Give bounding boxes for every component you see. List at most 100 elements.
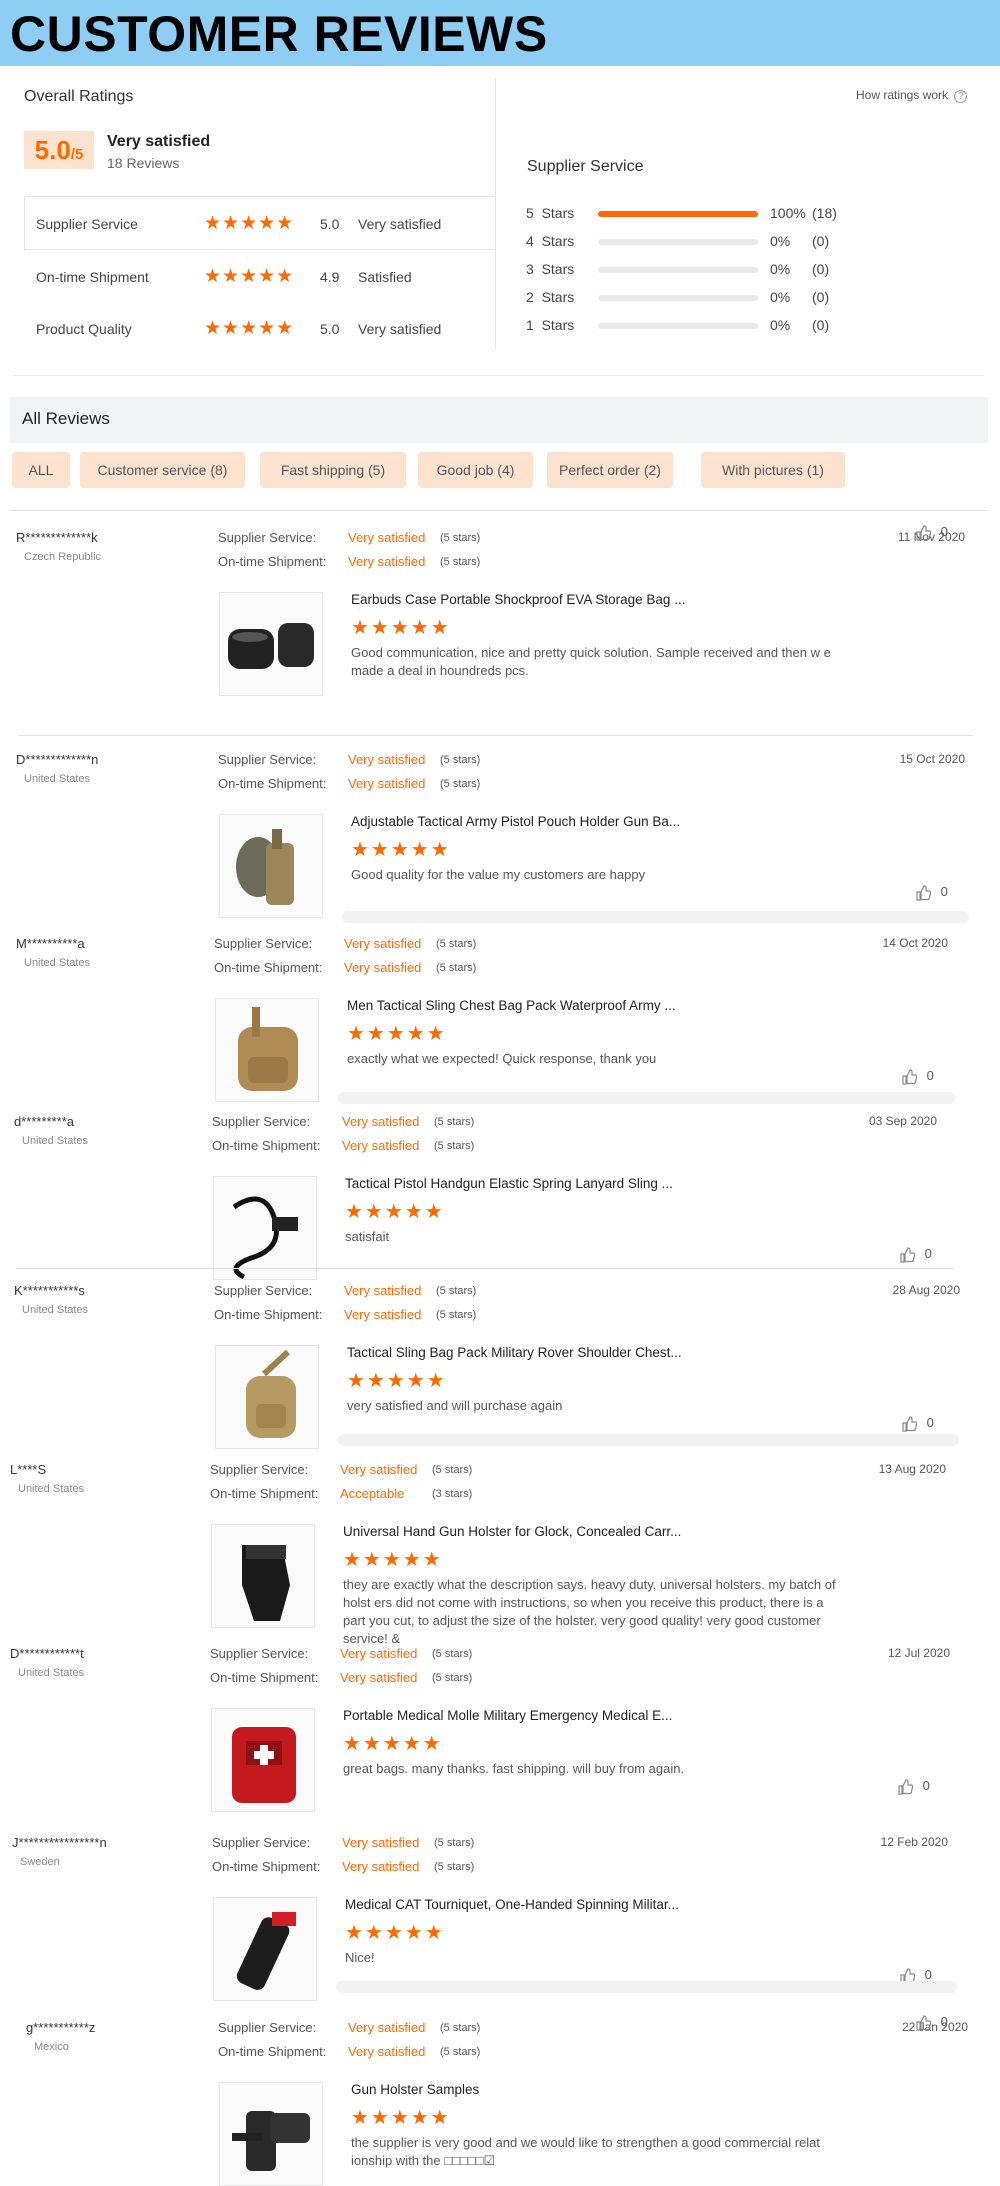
- sling-bag-image[interactable]: [215, 1345, 319, 1449]
- like-button[interactable]: 0: [897, 1778, 930, 1795]
- review-comment: Nice!: [345, 1950, 375, 1965]
- medical-bag-image[interactable]: [211, 1708, 315, 1812]
- like-button[interactable]: 0: [899, 1246, 932, 1263]
- filter-chip[interactable]: Perfect order (2): [547, 452, 673, 488]
- horizontal-scrollbar[interactable]: [342, 911, 969, 923]
- reviewer-country: Mexico: [34, 2041, 69, 2053]
- reviewer-name: d*********a: [14, 1114, 74, 1129]
- shipment-value: Very satisfied: [348, 2044, 426, 2059]
- product-title-link[interactable]: Portable Medical Molle Military Emergenc…: [343, 1708, 672, 1723]
- supplier-service-value: Very satisfied: [342, 1835, 420, 1850]
- shipment-stars: (5 stars): [440, 778, 481, 790]
- shipment-stars: (3 stars): [432, 1488, 473, 1500]
- gun-holster-samples-image[interactable]: [219, 2082, 323, 2186]
- metric-verdict-supplier: Very satisfied: [358, 216, 442, 232]
- product-title-link[interactable]: Men Tactical Sling Chest Bag Pack Waterp…: [347, 998, 676, 1013]
- lanyard-sling-image[interactable]: [213, 1176, 317, 1280]
- chest-bag-image[interactable]: [215, 998, 319, 1102]
- breakdown-pct: 0%: [770, 289, 791, 305]
- like-button[interactable]: 0: [901, 1415, 934, 1432]
- reviewer-country: United States: [24, 957, 91, 969]
- shipment-label: On-time Shipment:: [214, 1307, 323, 1322]
- like-button[interactable]: 0: [915, 2014, 948, 2031]
- tourniquet-image[interactable]: [213, 1897, 317, 2001]
- review-date: 22 Jan 2020: [901, 2020, 968, 2034]
- supplier-service-label: Supplier Service:: [210, 1646, 309, 1661]
- supplier-service-label: Supplier Service:: [218, 530, 317, 545]
- supplier-service-stars: (5 stars): [432, 1648, 473, 1660]
- shipment-label: On-time Shipment:: [212, 1138, 321, 1153]
- like-count: 0: [922, 1778, 930, 1793]
- breakdown-label: 2 Stars: [526, 289, 575, 305]
- breakdown-bar: [598, 323, 758, 329]
- product-title-link[interactable]: Adjustable Tactical Army Pistol Pouch Ho…: [351, 814, 680, 829]
- reviewer-country: Sweden: [20, 1856, 60, 1868]
- supplier-service-label: Supplier Service:: [214, 936, 313, 951]
- product-title-link[interactable]: Earbuds Case Portable Shockproof EVA Sto…: [351, 592, 685, 607]
- like-count: 0: [926, 1415, 934, 1430]
- metric-score-supplier: 5.0: [320, 216, 340, 232]
- supplier-service-value: Very satisfied: [342, 1114, 420, 1129]
- shipment-value: Acceptable: [340, 1486, 405, 1501]
- breakdown-pct: 0%: [770, 317, 791, 333]
- horizontal-scrollbar[interactable]: [336, 1981, 957, 1993]
- breakdown-row: 2 Stars 0% (0): [526, 288, 829, 306]
- filter-chip[interactable]: With pictures (1): [701, 452, 845, 488]
- breakdown-title: Supplier Service: [527, 158, 644, 175]
- product-title-link[interactable]: Tactical Pistol Handgun Elastic Spring L…: [345, 1176, 673, 1191]
- supplier-service-stars: (5 stars): [436, 938, 477, 950]
- metric-score-quality: 5.0: [320, 321, 340, 337]
- product-rating-stars: ★★★★★: [347, 1370, 447, 1392]
- reviewer-country: United States: [24, 773, 91, 785]
- reviewer-country: Czech Republic: [24, 551, 102, 563]
- gun-holster-image[interactable]: [211, 1524, 315, 1628]
- breakdown-pct: 0%: [770, 233, 791, 249]
- thumbs-up-icon: [901, 1068, 918, 1085]
- metric-label-supplier: Supplier Service: [36, 216, 138, 232]
- product-rating-stars: ★★★★★: [351, 617, 451, 639]
- like-count: 0: [924, 1967, 932, 1982]
- horizontal-scrollbar[interactable]: [338, 1434, 959, 1446]
- question-circle-icon: ?: [954, 90, 968, 103]
- review-date: 13 Aug 2020: [878, 1462, 946, 1476]
- horizontal-scrollbar[interactable]: [338, 1092, 955, 1104]
- breakdown-pct: 0%: [770, 261, 791, 277]
- review-comment: great bags. many thanks. fast shipping. …: [343, 1761, 685, 1776]
- product-title-link[interactable]: Gun Holster Samples: [351, 2082, 479, 2097]
- supplier-service-stars: (5 stars): [440, 532, 481, 544]
- supplier-service-label: Supplier Service:: [218, 2020, 317, 2035]
- earbuds-case-image[interactable]: [219, 592, 323, 696]
- product-rating-stars: ★★★★★: [351, 839, 451, 861]
- supplier-service-stars: (5 stars): [434, 1116, 475, 1128]
- supplier-service-label: Supplier Service:: [212, 1835, 311, 1850]
- supplier-service-stars: (5 stars): [432, 1464, 473, 1476]
- breakdown-label: 1 Stars: [526, 317, 575, 333]
- filter-chip[interactable]: ALL: [12, 452, 70, 488]
- review-date: 28 Aug 2020: [892, 1283, 960, 1297]
- product-title-link[interactable]: Medical CAT Tourniquet, One-Handed Spinn…: [345, 1897, 679, 1912]
- shipment-label: On-time Shipment:: [210, 1670, 319, 1685]
- product-title-link[interactable]: Tactical Sling Bag Pack Military Rover S…: [347, 1345, 682, 1360]
- overall-verdict: Very satisfied: [107, 133, 211, 150]
- like-button[interactable]: 0: [915, 884, 948, 901]
- product-title-link[interactable]: Universal Hand Gun Holster for Glock, Co…: [343, 1524, 681, 1539]
- pistol-pouch-image[interactable]: [219, 814, 323, 918]
- like-button[interactable]: 0: [901, 1068, 934, 1085]
- shipment-stars: (5 stars): [436, 1309, 477, 1321]
- thumbs-up-icon: [897, 1778, 914, 1795]
- supplier-service-label: Supplier Service:: [214, 1283, 313, 1298]
- product-rating-stars: ★★★★★: [343, 1549, 443, 1571]
- thumbs-up-icon: [899, 1246, 916, 1263]
- like-button[interactable]: 0: [915, 524, 948, 541]
- metric-stars-quality: ★★★★★: [204, 318, 295, 339]
- reviewer-name: L****S: [10, 1462, 47, 1477]
- how-ratings-work-link[interactable]: How ratings work ?: [856, 88, 968, 103]
- filter-chip[interactable]: Good job (4): [418, 452, 533, 488]
- supplier-service-value: Very satisfied: [340, 1462, 418, 1477]
- supplier-service-value: Very satisfied: [348, 530, 426, 545]
- filter-chip[interactable]: Fast shipping (5): [260, 452, 406, 488]
- supplier-service-value: Very satisfied: [344, 936, 422, 951]
- filter-chip[interactable]: Customer service (8): [80, 452, 245, 488]
- shipment-label: On-time Shipment:: [214, 960, 323, 975]
- like-count: 0: [940, 2014, 948, 2029]
